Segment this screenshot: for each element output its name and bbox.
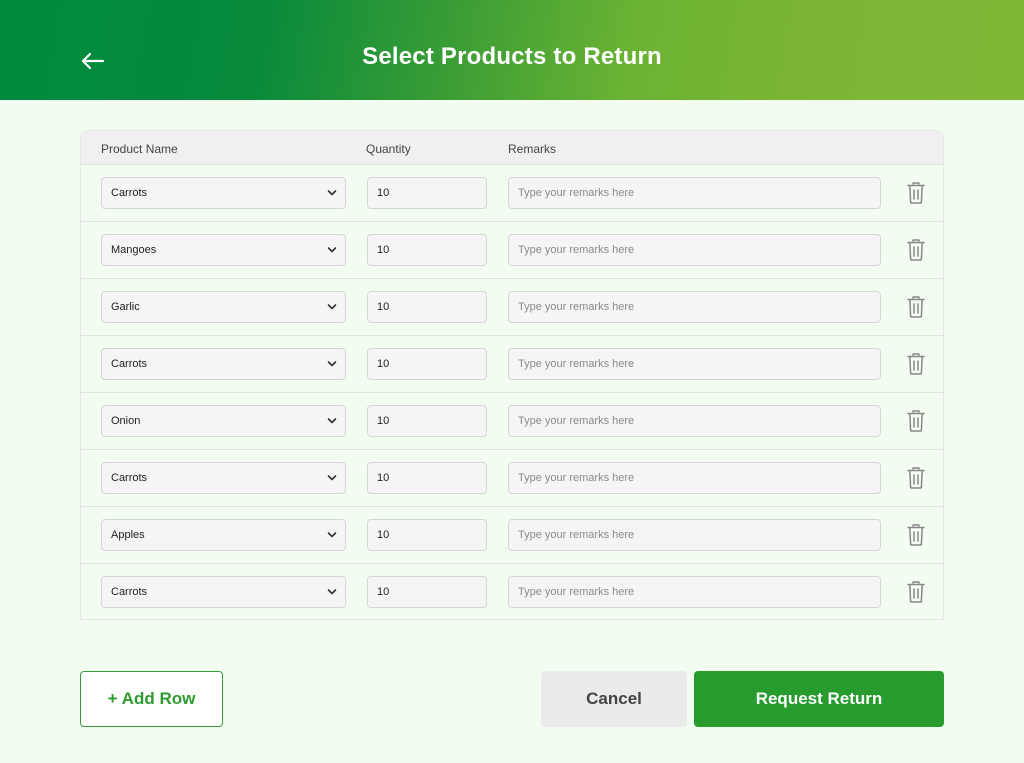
table-row: Onion 10 xyxy=(81,393,943,450)
table-body: Carrots10Mangoes10Garlic10Carrots10Onion… xyxy=(81,165,943,621)
quantity-input[interactable]: 10 xyxy=(367,177,487,209)
trash-icon[interactable] xyxy=(906,181,926,205)
remarks-input[interactable] xyxy=(508,234,881,266)
chevron-down-icon xyxy=(327,532,337,538)
product-select-value: Garlic xyxy=(111,301,140,313)
product-select-value: Mangoes xyxy=(111,244,157,256)
column-header-quantity: Quantity xyxy=(366,142,411,156)
product-select[interactable]: Carrots xyxy=(101,576,346,608)
product-select[interactable]: Carrots xyxy=(101,177,346,209)
product-select[interactable]: Onion xyxy=(101,405,346,437)
cancel-button[interactable]: Cancel xyxy=(541,671,687,727)
product-select-value: Carrots xyxy=(111,187,148,199)
chevron-down-icon xyxy=(327,418,337,424)
product-select-value: Carrots xyxy=(111,586,148,598)
product-select[interactable]: Carrots xyxy=(101,462,346,494)
table-row: Garlic 10 xyxy=(81,279,943,336)
trash-icon[interactable] xyxy=(906,580,926,604)
trash-icon[interactable] xyxy=(906,523,926,547)
trash-icon[interactable] xyxy=(906,466,926,490)
quantity-input[interactable]: 10 xyxy=(367,576,487,608)
product-select[interactable]: Apples xyxy=(101,519,346,551)
quantity-input[interactable]: 10 xyxy=(367,348,487,380)
table-row: Carrots 10 xyxy=(81,450,943,507)
column-header-product: Product Name xyxy=(101,142,178,156)
chevron-down-icon xyxy=(327,190,337,196)
product-select-value: Apples xyxy=(111,529,145,541)
trash-icon[interactable] xyxy=(906,409,926,433)
product-select-value: Onion xyxy=(111,415,141,427)
quantity-input[interactable]: 10 xyxy=(367,519,487,551)
chevron-down-icon xyxy=(327,475,337,481)
remarks-input[interactable] xyxy=(508,519,881,551)
table-row: Apples 10 xyxy=(81,507,943,564)
remarks-input[interactable] xyxy=(508,291,881,323)
remarks-input[interactable] xyxy=(508,405,881,437)
table-row: Carrots 10 xyxy=(81,564,943,621)
return-products-table: Product Name Quantity Remarks Carrots10M… xyxy=(80,130,944,620)
remarks-input[interactable] xyxy=(508,462,881,494)
quantity-input[interactable]: 10 xyxy=(367,462,487,494)
chevron-down-icon xyxy=(327,247,337,253)
quantity-input[interactable]: 10 xyxy=(367,291,487,323)
product-select[interactable]: Carrots xyxy=(101,348,346,380)
quantity-input[interactable]: 10 xyxy=(367,405,487,437)
chevron-down-icon xyxy=(327,361,337,367)
trash-icon[interactable] xyxy=(906,352,926,376)
chevron-down-icon xyxy=(327,589,337,595)
product-select-value: Carrots xyxy=(111,358,148,370)
remarks-input[interactable] xyxy=(508,177,881,209)
table-header: Product Name Quantity Remarks xyxy=(81,131,943,165)
remarks-input[interactable] xyxy=(508,576,881,608)
trash-icon[interactable] xyxy=(906,295,926,319)
table-row: Carrots 10 xyxy=(81,165,943,222)
request-return-button[interactable]: Request Return xyxy=(694,671,944,727)
table-row: Carrots 10 xyxy=(81,336,943,393)
page-title: Select Products to Return xyxy=(362,43,662,70)
remarks-input[interactable] xyxy=(508,348,881,380)
table-row: Mangoes 10 xyxy=(81,222,943,279)
quantity-input[interactable]: 10 xyxy=(367,234,487,266)
chevron-down-icon xyxy=(327,304,337,310)
product-select-value: Carrots xyxy=(111,472,148,484)
header-bar: Select Products to Return xyxy=(0,0,1024,100)
product-select[interactable]: Mangoes xyxy=(101,234,346,266)
trash-icon[interactable] xyxy=(906,238,926,262)
product-select[interactable]: Garlic xyxy=(101,291,346,323)
column-header-remarks: Remarks xyxy=(508,142,557,156)
add-row-button[interactable]: + Add Row xyxy=(80,671,223,727)
